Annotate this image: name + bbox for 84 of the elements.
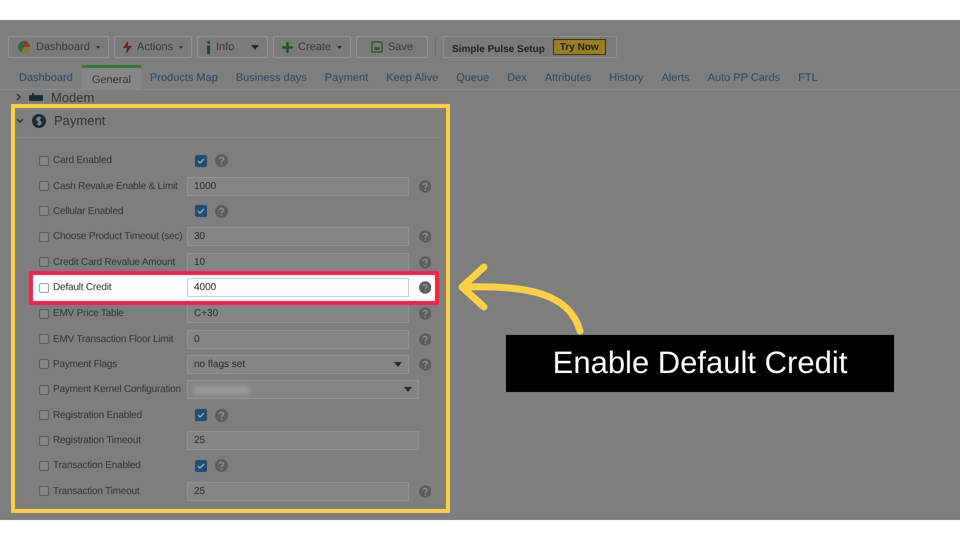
checkbox[interactable] <box>39 384 49 395</box>
chevron-right-icon[interactable] <box>16 93 21 101</box>
tab[interactable]: Attributes <box>536 67 600 89</box>
plus-icon <box>282 42 293 52</box>
toolbar-button[interactable]: Create <box>273 36 351 58</box>
promo-title: Simple Pulse Setup <box>452 43 545 57</box>
checkbox[interactable] <box>39 460 49 471</box>
checkbox[interactable] <box>39 486 49 496</box>
setting-label: Credit Card Revalue Amount <box>53 256 176 270</box>
checkbox[interactable] <box>39 257 49 268</box>
callout-label: Enable Default Credit <box>506 335 894 392</box>
tab[interactable]: Dex <box>498 67 536 89</box>
caret-icon <box>404 387 412 392</box>
modem-icon <box>29 93 43 101</box>
setting-label: Transaction Timeout <box>53 484 141 499</box>
setting-label: Cash Revalue Enable & Limit <box>53 180 179 194</box>
checkmark-icon <box>197 462 205 469</box>
checkmark-icon <box>197 208 205 214</box>
checkbox[interactable] <box>39 232 49 242</box>
checkbox[interactable] <box>39 436 49 446</box>
dollar-circle-icon <box>32 114 46 128</box>
checkbox[interactable] <box>39 282 49 293</box>
toolbar-button[interactable]: Actions <box>114 36 192 58</box>
checkbox[interactable] <box>39 308 49 319</box>
setting-label: Payment Flags <box>53 358 118 372</box>
tab[interactable]: General <box>82 65 141 89</box>
tab[interactable]: Payment <box>316 67 378 89</box>
setting-label: Registration Timeout <box>53 434 142 448</box>
checkbox[interactable] <box>39 156 49 166</box>
setting-label: Cellular Enabled <box>53 204 124 219</box>
input-field[interactable]: 1000 <box>187 176 410 196</box>
toggle-checkbox[interactable] <box>195 154 207 167</box>
section-title[interactable]: Modem <box>51 90 94 104</box>
setting-label: Registration Enabled <box>53 408 143 423</box>
input-field[interactable]: 10 <box>187 252 410 272</box>
section-title[interactable]: Payment <box>54 114 106 127</box>
try-now-button[interactable]: Try Now <box>552 39 606 55</box>
toggle-checkbox[interactable] <box>195 460 207 472</box>
tab[interactable]: History <box>600 67 652 89</box>
checkbox[interactable] <box>39 334 49 344</box>
caret-icon <box>337 44 342 50</box>
chevron-down-icon[interactable] <box>16 118 24 123</box>
checkbox[interactable] <box>39 206 49 216</box>
setting-label: Card Enabled <box>53 154 113 168</box>
tab[interactable]: Dashboard <box>10 67 82 89</box>
tab[interactable]: FTL <box>789 67 827 89</box>
input-field[interactable]: 25 <box>187 431 419 450</box>
select-field[interactable] <box>187 380 419 400</box>
input-field[interactable]: 25 <box>187 482 410 501</box>
caret-icon <box>251 44 259 50</box>
tab[interactable]: Products Map <box>140 67 227 89</box>
checkmark-icon <box>197 412 205 418</box>
toolbar-button[interactable]: Info <box>197 36 268 58</box>
select-field[interactable]: no flags set <box>187 354 410 374</box>
checkbox[interactable] <box>39 410 49 420</box>
lightning-icon <box>123 40 132 54</box>
input-field[interactable]: C+30 <box>187 304 410 324</box>
checkbox[interactable] <box>39 181 49 192</box>
info-icon <box>206 40 211 54</box>
setting-label: Default Credit <box>53 281 112 296</box>
pie-chart-icon <box>17 40 31 54</box>
input-field[interactable]: 0 <box>187 330 410 349</box>
toggle-checkbox[interactable] <box>195 205 207 218</box>
setting-label: Transaction Enabled <box>53 459 142 474</box>
help-icon[interactable] <box>418 281 431 294</box>
tab[interactable]: Alerts <box>652 67 699 89</box>
setting-label: EMV Transaction Floor Limit <box>53 332 174 347</box>
tab[interactable]: Keep Alive <box>377 67 448 89</box>
toolbar-button[interactable]: Dashboard <box>8 36 109 58</box>
tab[interactable]: Queue <box>447 67 498 89</box>
toolbar-button[interactable]: Save <box>356 36 428 58</box>
caret-icon <box>96 44 100 50</box>
checkbox[interactable] <box>39 359 49 370</box>
setting-label: Payment Kernel Configuration <box>53 383 182 398</box>
setting-label: Choose Product Timeout (sec) <box>53 230 184 244</box>
tab[interactable]: Business days <box>226 67 316 89</box>
caret-icon <box>394 362 402 367</box>
setting-label: EMV Price Table <box>53 307 125 322</box>
tab[interactable]: Auto PP Cards <box>698 67 790 89</box>
caret-icon <box>179 44 183 50</box>
input-field[interactable]: 30 <box>187 227 410 246</box>
input-field[interactable]: 4000 <box>187 278 410 298</box>
toggle-checkbox[interactable] <box>195 409 207 422</box>
checkmark-icon <box>197 158 205 164</box>
